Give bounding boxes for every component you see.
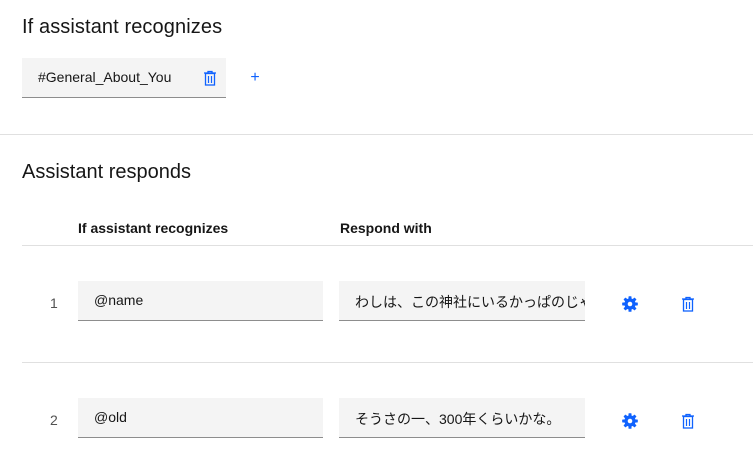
plus-icon: + xyxy=(250,69,260,86)
add-condition-button[interactable]: + xyxy=(245,68,265,88)
response-text-field[interactable]: そうさの一、300年くらいかな。 xyxy=(339,398,585,438)
delete-response-button[interactable] xyxy=(678,411,698,431)
row-divider xyxy=(22,245,753,246)
response-settings-button[interactable] xyxy=(620,411,640,431)
trash-icon xyxy=(204,70,216,86)
gear-icon xyxy=(622,296,638,312)
responses-section-title: Assistant responds xyxy=(22,161,191,183)
delete-response-button[interactable] xyxy=(678,294,698,314)
delete-condition-button[interactable] xyxy=(200,68,220,88)
row-number: 2 xyxy=(50,412,58,428)
response-condition-field[interactable]: @name xyxy=(78,281,323,321)
response-settings-button[interactable] xyxy=(620,294,640,314)
intent-condition-value: #General_About_You xyxy=(38,69,172,85)
condition-section-title: If assistant recognizes xyxy=(22,16,223,38)
column-header-condition: If assistant recognizes xyxy=(78,220,229,236)
section-divider xyxy=(0,134,753,135)
column-header-response: Respond with xyxy=(340,220,432,236)
intent-condition-field[interactable]: #General_About_You xyxy=(22,58,226,98)
response-condition-value: @name xyxy=(94,292,144,308)
response-text-value: わしは、この神社にいるかっぱのじゃ xyxy=(355,294,585,310)
trash-icon xyxy=(682,296,694,312)
gear-icon xyxy=(622,413,638,429)
row-divider xyxy=(22,362,753,363)
response-condition-value: @old xyxy=(94,409,127,425)
trash-icon xyxy=(682,413,694,429)
response-text-field[interactable]: わしは、この神社にいるかっぱのじゃ xyxy=(339,281,585,321)
response-text-value: そうさの一、300年くらいかな。 xyxy=(355,411,561,427)
response-condition-field[interactable]: @old xyxy=(78,398,323,438)
row-number: 1 xyxy=(50,295,58,311)
